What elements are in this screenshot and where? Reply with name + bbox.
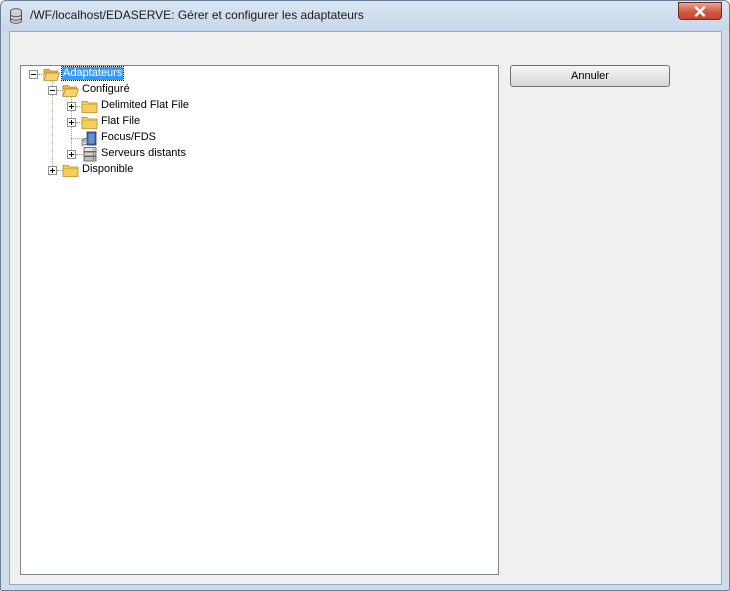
- tree-node-label: Adaptateurs: [60, 66, 125, 81]
- database-icon: [10, 8, 22, 24]
- tree-node-label: Configuré: [82, 83, 130, 95]
- tree-node-flat-file[interactable]: Flat File: [21, 114, 221, 130]
- tree-node-serveurs-distants[interactable]: Serveurs distants: [21, 146, 221, 162]
- window-title: /WF/localhost/EDASERVE: Gérer et configu…: [30, 8, 364, 22]
- tree-node-delimited-flat-file[interactable]: Delimited Flat File: [21, 98, 221, 114]
- tree-node-label: Focus/FDS: [101, 131, 157, 143]
- folder-icon: [81, 117, 98, 129]
- tree-node-focus-fds[interactable]: Focus/FDS: [21, 130, 221, 146]
- expand-toggle[interactable]: [67, 102, 76, 111]
- tree-node-disponible[interactable]: Disponible: [21, 162, 221, 178]
- folder-icon: [81, 101, 98, 113]
- database-book-icon: [81, 131, 97, 146]
- dialog-client-area: Adaptateurs Configuré Delimited Flat Fil…: [9, 31, 722, 585]
- tree-node-label: Flat File: [101, 115, 141, 127]
- tree-node-label: Disponible: [82, 163, 134, 175]
- tree-node-label: Serveurs distants: [101, 147, 186, 159]
- server-stack-icon: [83, 147, 97, 162]
- collapse-toggle[interactable]: [29, 70, 38, 79]
- close-button[interactable]: [678, 2, 722, 20]
- tree-node-adaptateurs[interactable]: Adaptateurs: [21, 66, 221, 82]
- tree-node-label: Delimited Flat File: [101, 99, 190, 111]
- expand-toggle[interactable]: [48, 166, 57, 175]
- close-icon: [694, 5, 706, 17]
- folder-icon: [62, 165, 79, 177]
- title-bar[interactable]: /WF/localhost/EDASERVE: Gérer et configu…: [1, 1, 729, 31]
- adapter-tree-view[interactable]: Adaptateurs Configuré Delimited Flat Fil…: [20, 65, 499, 575]
- dialog-window: /WF/localhost/EDASERVE: Gérer et configu…: [0, 0, 730, 591]
- folder-open-icon: [43, 69, 60, 81]
- expand-toggle[interactable]: [67, 150, 76, 159]
- expand-toggle[interactable]: [67, 118, 76, 127]
- tree-node-configure[interactable]: Configuré: [21, 82, 221, 98]
- folder-open-icon: [62, 85, 79, 97]
- cancel-button[interactable]: Annuler: [510, 65, 670, 87]
- collapse-toggle[interactable]: [48, 86, 57, 95]
